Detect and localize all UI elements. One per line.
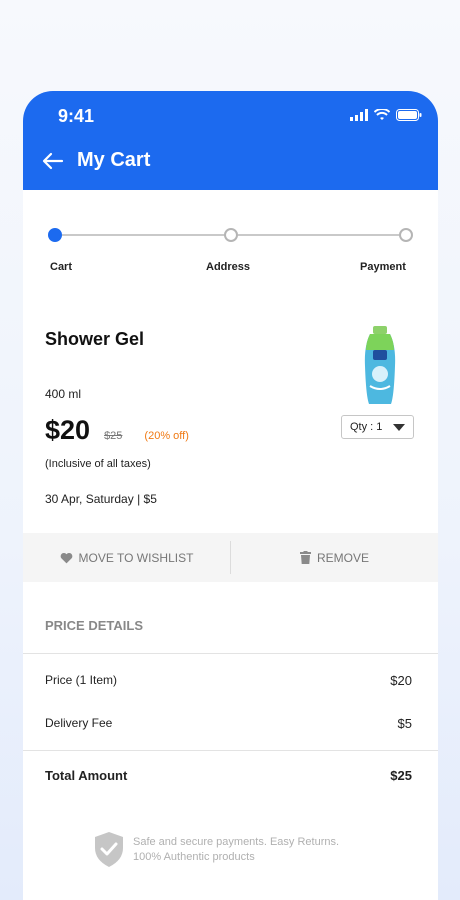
tax-note: (Inclusive of all taxes): [45, 458, 151, 470]
heart-icon: [60, 552, 72, 563]
divider: [23, 653, 438, 654]
chevron-down-icon: [393, 424, 405, 431]
delivery-fee-row: Delivery Fee $5: [45, 716, 412, 731]
total-label: Total Amount: [45, 768, 128, 783]
product-mrp: $25: [104, 430, 123, 442]
product-name[interactable]: Shower Gel: [45, 329, 144, 350]
shield-check-icon: [95, 832, 123, 867]
product-discount: (20% off): [144, 430, 189, 442]
remove-label: REMOVE: [316, 550, 369, 565]
battery-icon: [396, 109, 422, 121]
price-row-item: Price (1 Item) $20: [45, 673, 412, 688]
step-address-dot[interactable]: [224, 228, 238, 242]
step-line: [62, 234, 225, 236]
back-arrow-icon[interactable]: [41, 149, 65, 173]
secure-note-line1: Safe and secure payments. Easy Returns.: [133, 835, 340, 848]
status-time: 9:41: [58, 106, 95, 126]
cart-actions: MOVE TO WISHLIST REMOVE: [23, 533, 438, 582]
remove-button[interactable]: REMOVE: [231, 533, 438, 582]
step-label-cart[interactable]: Cart: [50, 261, 72, 273]
divider: [23, 750, 438, 751]
price-label: Price (1 Item): [45, 673, 118, 687]
step-cart-dot[interactable]: [48, 228, 62, 242]
product-price: $20: [45, 415, 91, 445]
price-row: $20 $25 (20% off): [45, 415, 189, 446]
trash-icon: [299, 551, 311, 564]
status-icons: [350, 109, 422, 121]
wifi-icon: [374, 109, 390, 120]
secure-note: Safe and secure payments. Easy Returns. …: [93, 831, 339, 868]
price-value: $20: [390, 673, 412, 688]
step-label-address[interactable]: Address: [206, 261, 250, 273]
delivery-fee-value: $5: [397, 716, 412, 731]
app-header: 9:41 My Cart: [23, 91, 438, 190]
delivery-fee-label: Delivery Fee: [45, 716, 113, 730]
page-title: My Cart: [77, 149, 151, 171]
product-image[interactable]: [363, 326, 397, 406]
phone-frame: 9:41 My Cart Cart Address Payment Shower…: [23, 91, 438, 900]
step-payment-dot[interactable]: [399, 228, 413, 242]
signal-icon: [350, 109, 368, 121]
quantity-select[interactable]: Qty : 1: [341, 415, 414, 439]
delivery-info: 30 Apr, Saturday | $5: [45, 492, 157, 506]
price-details-title: PRICE DETAILS: [45, 618, 143, 633]
quantity-label: Qty : 1: [350, 421, 383, 433]
product-size: 400 ml: [45, 387, 82, 401]
secure-note-line2: 100% Authentic products: [133, 850, 255, 863]
step-line: [238, 234, 399, 236]
wishlist-label: MOVE TO WISHLIST: [78, 550, 194, 565]
move-to-wishlist-button[interactable]: MOVE TO WISHLIST: [23, 533, 230, 582]
total-value: $25: [390, 768, 412, 783]
total-row: Total Amount $25: [45, 768, 412, 783]
step-label-payment[interactable]: Payment: [360, 261, 406, 273]
